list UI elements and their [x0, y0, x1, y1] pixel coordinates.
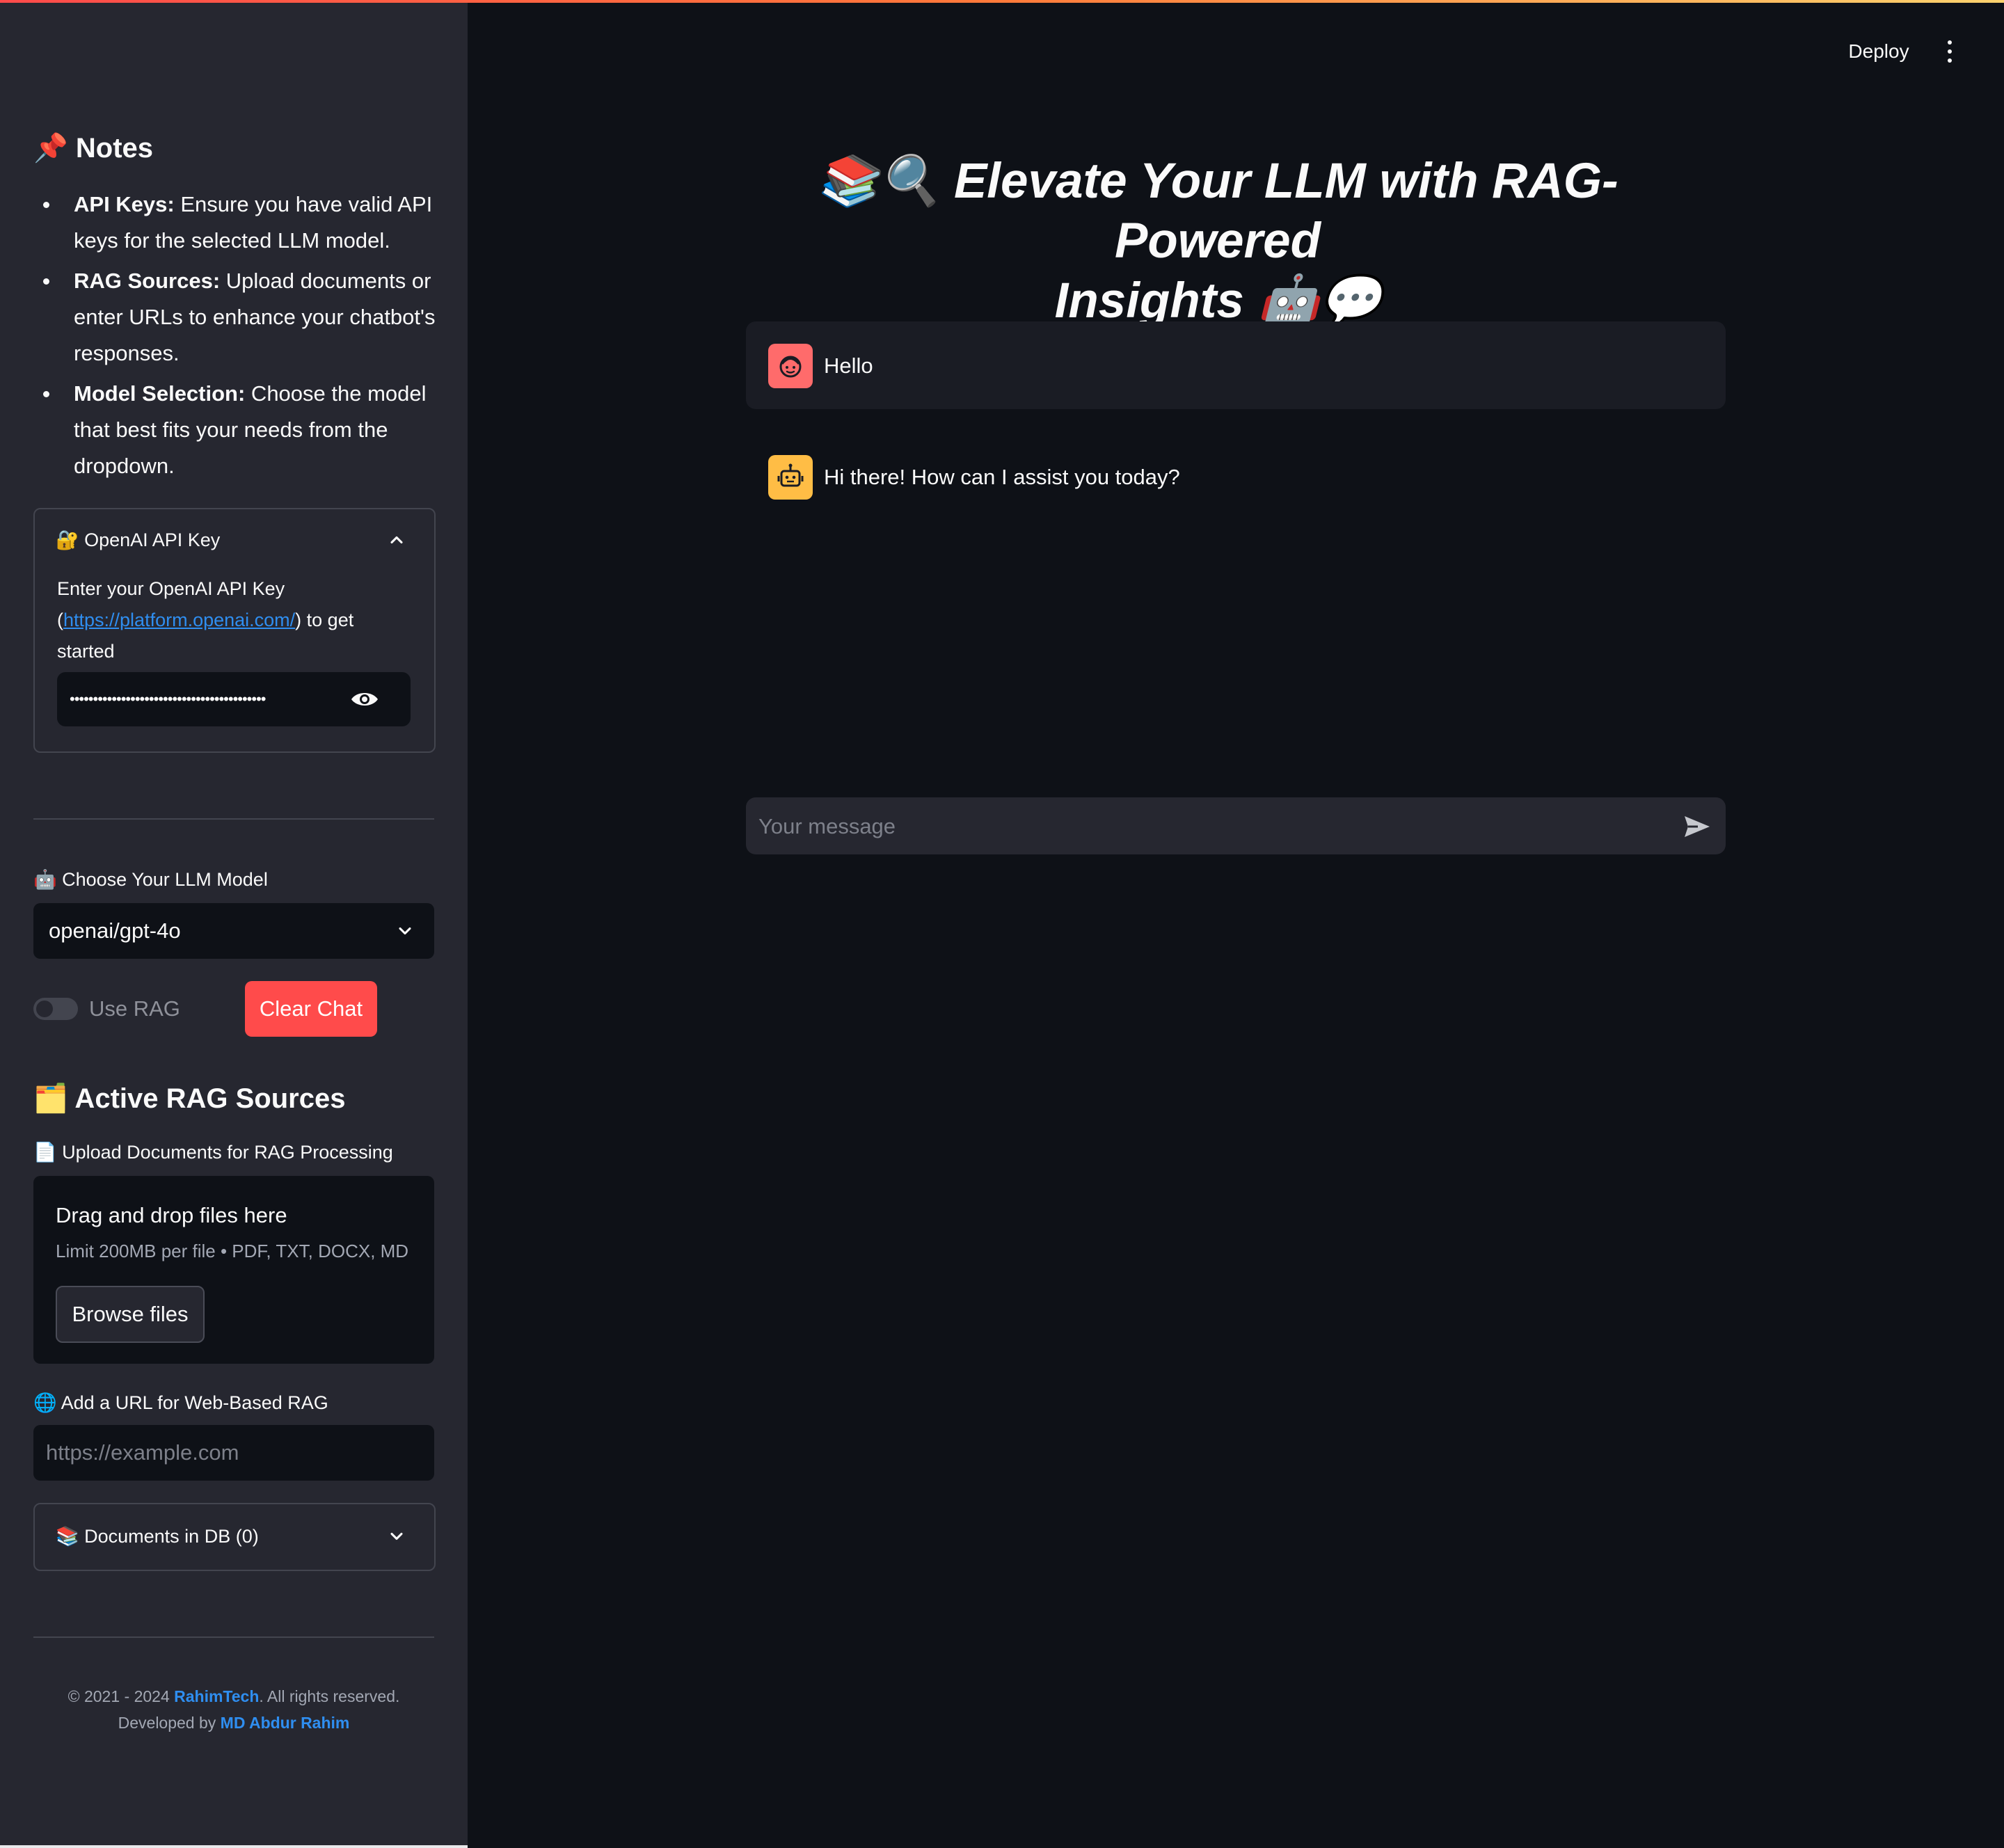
url-input-placeholder[interactable]: https://example.com	[46, 1437, 239, 1468]
dropzone-title: Drag and drop files here	[56, 1203, 287, 1227]
footer-developer: Developed by MD Abdur Rahim	[33, 1710, 434, 1735]
api-key-masked-value[interactable]: ••••••••••••••••••••••••••••••••••••••••…	[70, 689, 328, 710]
note-item-rag-sources: RAG Sources: Upload documents or enter U…	[33, 263, 437, 372]
user-message-text: Hello	[824, 353, 873, 378]
deploy-button[interactable]: Deploy	[1837, 36, 1920, 67]
use-rag-toggle[interactable]	[33, 998, 78, 1020]
sidebar-bottom-strip	[0, 1845, 468, 1848]
note-item-model-selection: Model Selection: Choose the model that b…	[33, 376, 437, 484]
page-title: 📚🔍 Elevate Your LLM with RAG-Powered Ins…	[765, 152, 1670, 331]
model-select-label: 🤖 Choose Your LLM Model	[33, 869, 268, 890]
api-key-expander-title[interactable]: 🔐 OpenAI API Key	[56, 526, 220, 554]
send-icon[interactable]	[1683, 814, 1712, 839]
note-bold-label: RAG Sources:	[74, 269, 221, 293]
documents-in-db-title[interactable]: 📚 Documents in DB (0)	[56, 1522, 259, 1550]
footer-text: Developed by	[118, 1714, 221, 1732]
upload-documents-label: 📄 Upload Documents for RAG Processing	[33, 1142, 393, 1163]
model-select-value[interactable]: openai/gpt-4o	[49, 916, 181, 946]
page-title-line: 📚🔍 Elevate Your LLM with RAG-Powered	[817, 154, 1619, 269]
kebab-menu-icon[interactable]	[1940, 36, 1959, 67]
footer-text: © 2021 - 2024	[67, 1687, 175, 1705]
dropzone-limit-text: Limit 200MB per file • PDF, TXT, DOCX, M…	[56, 1241, 409, 1261]
api-key-description: Enter your OpenAI API Key (https://platf…	[57, 573, 405, 667]
company-link[interactable]: RahimTech	[174, 1687, 259, 1705]
sidebar-divider	[33, 1636, 434, 1638]
browse-files-button[interactable]: Browse files	[56, 1286, 205, 1343]
sidebar-divider	[33, 818, 434, 820]
footer-copyright: © 2021 - 2024 RahimTech. All rights rese…	[33, 1684, 434, 1709]
use-rag-label: Use RAG	[89, 996, 180, 1021]
note-bold-label: Model Selection:	[74, 381, 246, 406]
chat-message-user	[746, 321, 1726, 409]
assistant-avatar-icon	[768, 455, 813, 500]
url-input-label: 🌐 Add a URL for Web-Based RAG	[33, 1392, 328, 1413]
notes-list: API Keys: Ensure you have valid API keys…	[33, 186, 437, 488]
assistant-message-text: Hi there! How can I assist you today?	[824, 465, 1180, 489]
active-rag-sources-heading: 🗂️ Active RAG Sources	[33, 1083, 346, 1114]
eye-icon[interactable]	[350, 689, 379, 710]
top-decoration-bar	[0, 0, 2004, 3]
clear-chat-button[interactable]: Clear Chat	[245, 981, 377, 1037]
chevron-down-icon[interactable]	[387, 1527, 406, 1546]
chat-input-placeholder[interactable]: Your message	[758, 811, 896, 842]
openai-platform-link[interactable]: https://platform.openai.com/	[63, 610, 295, 630]
notes-heading: 📌 Notes	[33, 133, 154, 164]
user-avatar-icon	[768, 344, 813, 388]
chevron-up-icon[interactable]	[387, 530, 406, 550]
footer-text: . All rights reserved.	[259, 1687, 400, 1705]
developer-link[interactable]: MD Abdur Rahim	[221, 1714, 350, 1732]
chevron-down-icon[interactable]	[395, 921, 415, 941]
note-item-api-keys: API Keys: Ensure you have valid API keys…	[33, 186, 437, 259]
note-bold-label: API Keys:	[74, 192, 175, 216]
